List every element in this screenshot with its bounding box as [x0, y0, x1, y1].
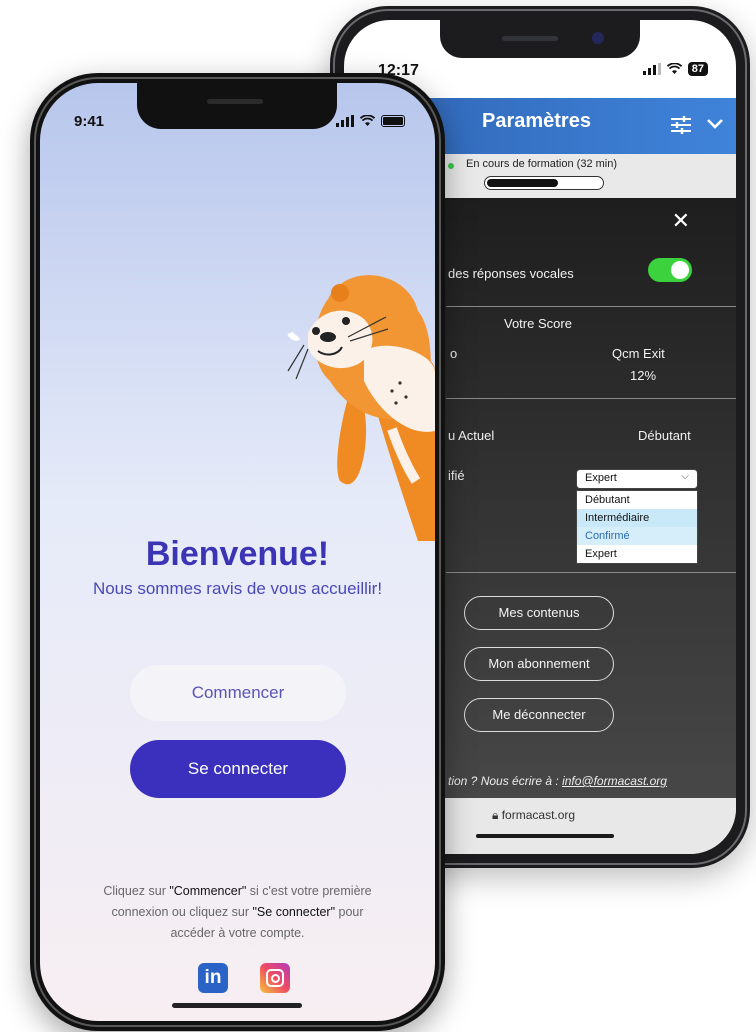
- help-login-ref: "Se connecter": [252, 905, 336, 919]
- contact-line: tion ? Nous écrire à : info@formacast.or…: [448, 774, 667, 788]
- progress-fill: [487, 179, 558, 187]
- dropdown-option[interactable]: Confirmé: [577, 527, 697, 545]
- status-icons: [336, 115, 405, 127]
- status-dot: [448, 163, 454, 169]
- logout-button[interactable]: Me déconnecter: [464, 698, 614, 732]
- wifi-icon: [666, 63, 682, 74]
- welcome-screen: 9:41 Bienvenue! Nous sommes ravis de vou…: [40, 83, 435, 1021]
- level-select[interactable]: Expert ⌵: [576, 469, 698, 489]
- signal-icon: [336, 115, 354, 127]
- chevron-down-icon[interactable]: [706, 118, 724, 130]
- battery-icon: [381, 115, 405, 127]
- front-phone: 9:41 Bienvenue! Nous sommes ravis de vou…: [30, 73, 445, 1031]
- toggle-knob: [671, 261, 689, 279]
- home-indicator: [476, 834, 614, 838]
- signal-icon: [642, 63, 661, 75]
- battery-icon: 87: [687, 62, 708, 76]
- home-indicator: [172, 1003, 302, 1008]
- url-value: formacast.org: [501, 808, 576, 822]
- chevron-down-icon: ⌵: [681, 471, 689, 482]
- url-text: 🔒︎ formacast.org: [492, 808, 575, 823]
- divider: [446, 398, 736, 399]
- select-value: Expert: [585, 472, 617, 484]
- page-title: Paramètres: [482, 110, 591, 132]
- phone-notch: [137, 83, 337, 129]
- welcome-subtitle: Nous sommes ravis de vous accueillir!: [92, 579, 383, 598]
- my-contents-button[interactable]: Mes contenus: [464, 596, 614, 630]
- wifi-icon: [360, 115, 375, 126]
- dropdown-option[interactable]: Débutant: [577, 491, 697, 509]
- score-label: o: [450, 346, 458, 361]
- help-text: Cliquez sur "Commencer" si c'est votre p…: [90, 881, 385, 944]
- score-heading: Votre Score: [504, 316, 572, 331]
- linkedin-icon[interactable]: in: [198, 963, 228, 993]
- my-subscription-button[interactable]: Mon abonnement: [464, 647, 614, 681]
- help-part: Cliquez sur: [103, 884, 170, 898]
- contact-email-link[interactable]: info@formacast.org: [562, 774, 667, 788]
- dropdown-option[interactable]: Expert: [577, 545, 697, 563]
- divider: [446, 306, 736, 307]
- dropdown-option[interactable]: Intermédiaire: [577, 509, 697, 527]
- voice-toggle[interactable]: [648, 258, 692, 282]
- otter-mascot-icon: [287, 275, 435, 541]
- training-label: En cours de formation (32 min): [466, 158, 618, 170]
- close-icon[interactable]: ✕: [672, 208, 690, 234]
- qcm-value: 12%: [630, 368, 657, 383]
- status-time: 9:41: [74, 113, 105, 130]
- training-progress: [484, 176, 604, 190]
- confirm-label: ifié: [448, 468, 465, 483]
- level-value: Débutant: [638, 428, 691, 443]
- lock-icon: 🔒︎: [492, 808, 502, 822]
- level-dropdown: Débutant Intermédiaire Confirmé Expert: [576, 490, 698, 564]
- contact-text: tion ? Nous écrire à :: [448, 774, 563, 788]
- phone-notch: [440, 20, 640, 58]
- sliders-icon[interactable]: [670, 115, 692, 135]
- login-button[interactable]: Se connecter: [130, 740, 346, 798]
- qcm-label: Qcm Exit: [612, 346, 665, 361]
- voice-label: des réponses vocales: [448, 266, 574, 281]
- welcome-title: Bienvenue!: [145, 535, 330, 573]
- start-button[interactable]: Commencer: [130, 665, 346, 721]
- divider: [446, 572, 736, 573]
- status-icons: 87: [642, 62, 708, 76]
- instagram-icon[interactable]: [260, 963, 290, 993]
- help-start-ref: "Commencer": [169, 884, 247, 898]
- level-label: u Actuel: [448, 428, 495, 443]
